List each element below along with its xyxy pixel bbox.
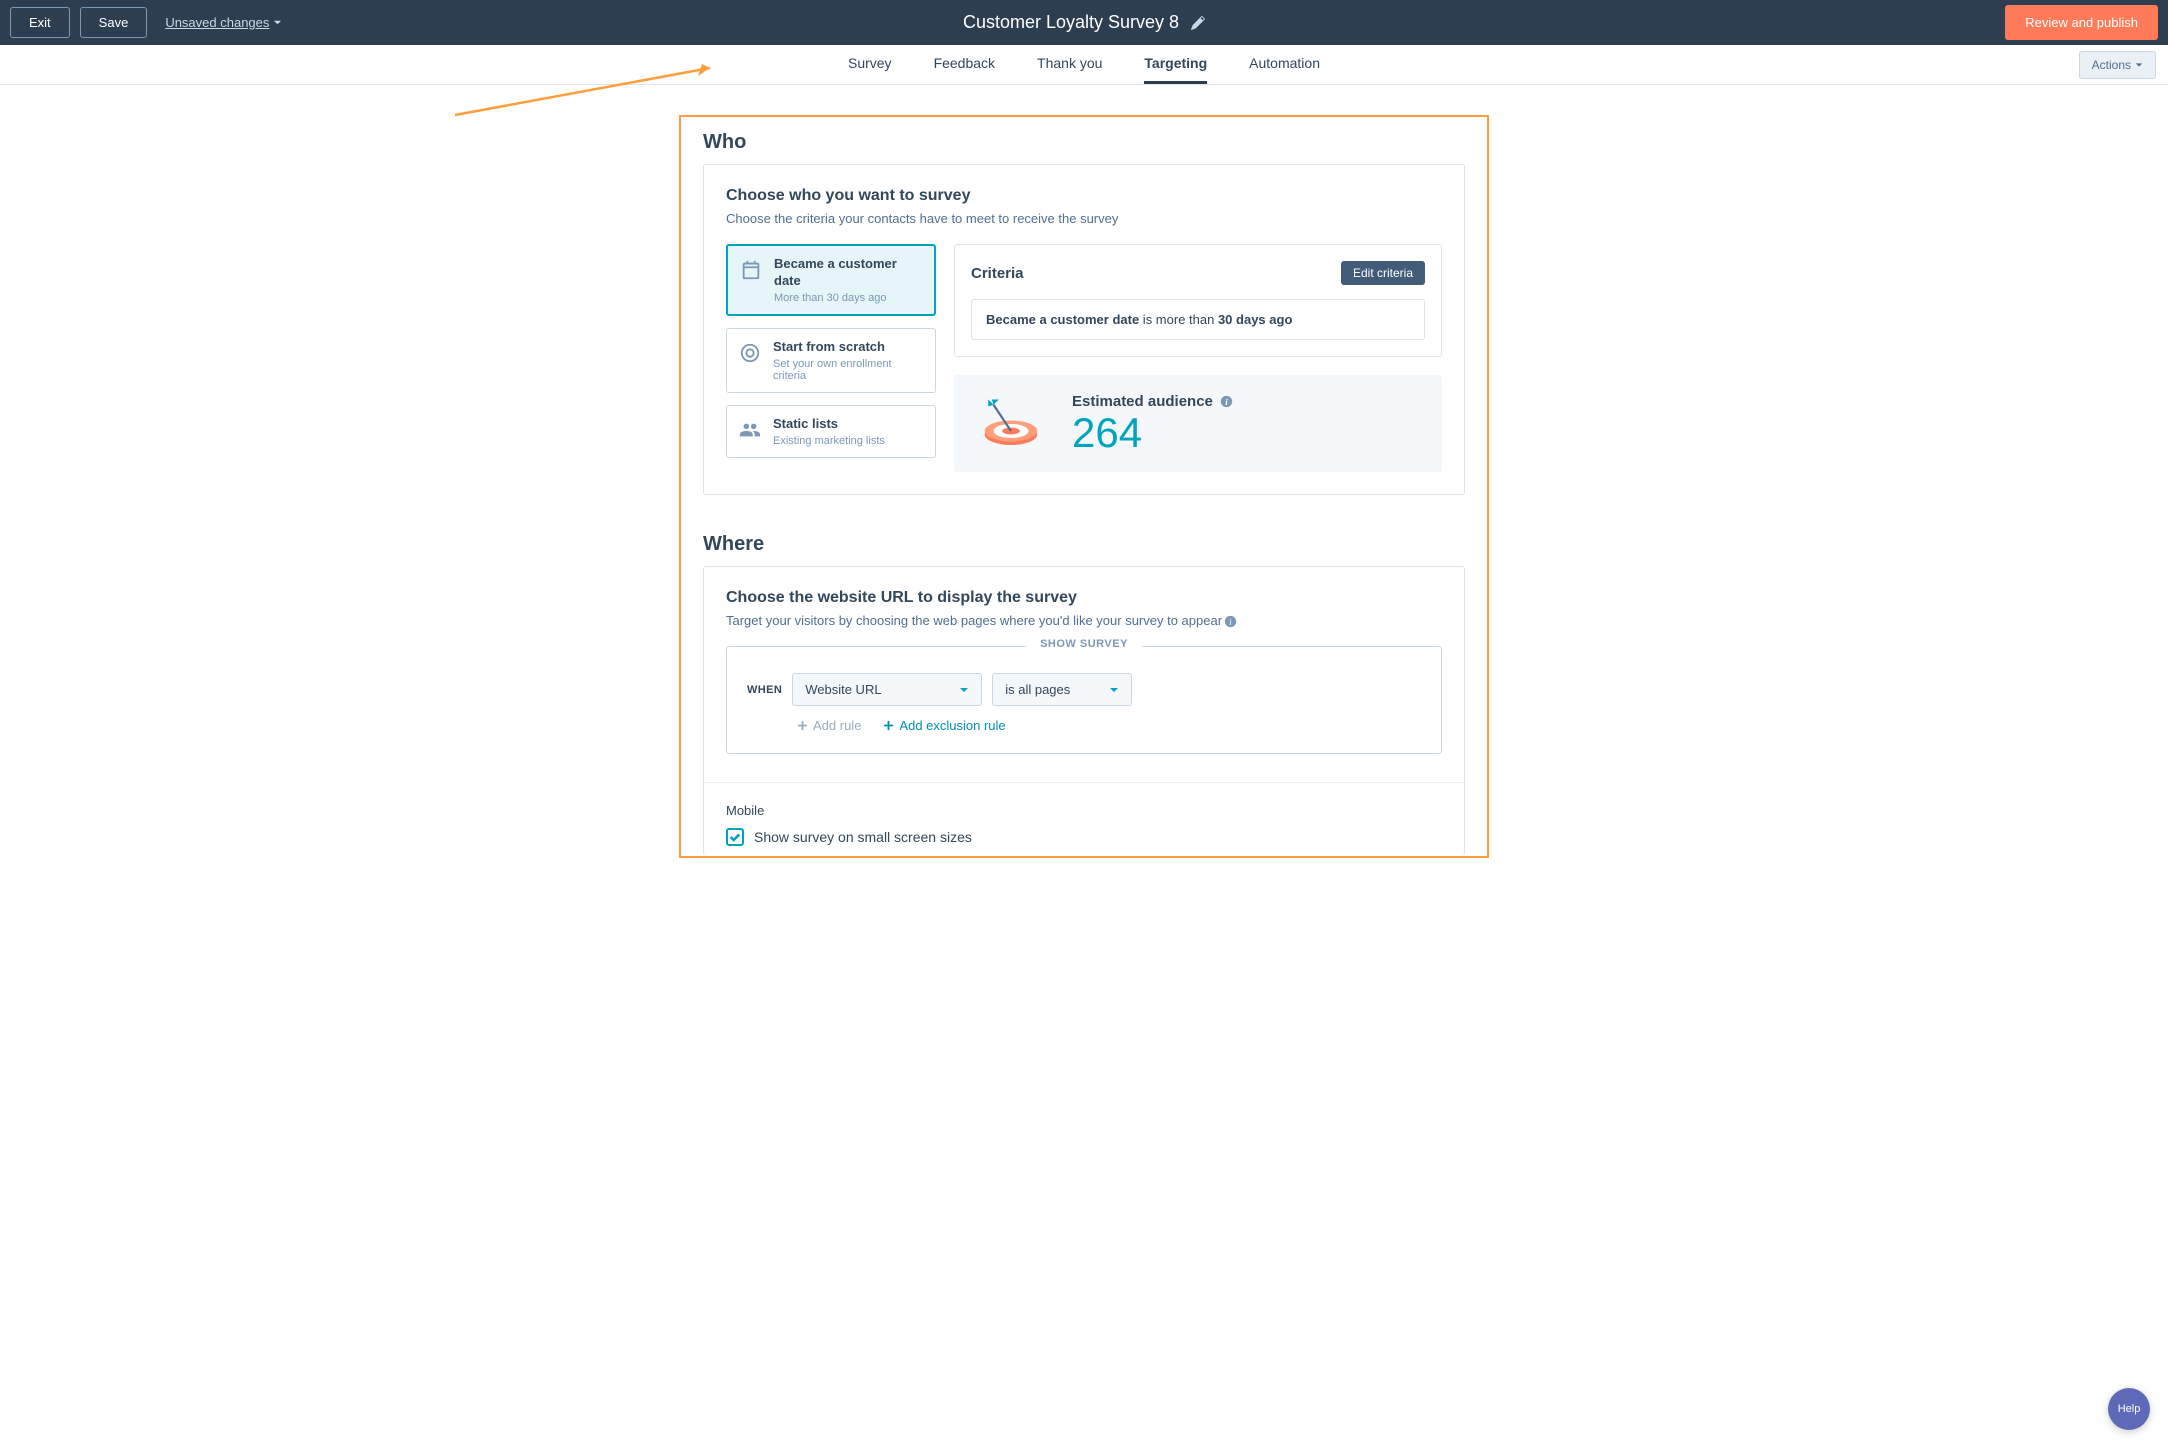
header-left: Exit Save Unsaved changes bbox=[10, 7, 282, 38]
target-icon bbox=[739, 342, 761, 364]
mobile-label: Mobile bbox=[726, 803, 1442, 818]
target-illustration bbox=[976, 395, 1046, 453]
url-rules-fieldset: SHOW SURVEY WHEN Website URL is all page… bbox=[726, 646, 1442, 754]
option-title: Became a customer date bbox=[774, 256, 922, 290]
rule-value: 30 days ago bbox=[1218, 312, 1292, 327]
people-icon bbox=[739, 419, 761, 441]
option-sub: Existing marketing lists bbox=[773, 435, 885, 447]
calendar-icon bbox=[740, 259, 762, 281]
rule-middle: is more than bbox=[1139, 312, 1218, 327]
option-sub: More than 30 days ago bbox=[774, 292, 922, 304]
tab-automation[interactable]: Automation bbox=[1249, 45, 1320, 84]
url-match-select[interactable]: is all pages bbox=[992, 673, 1132, 706]
main-content: Who Choose who you want to survey Choose… bbox=[679, 85, 1489, 898]
review-publish-button[interactable]: Review and publish bbox=[2005, 5, 2158, 40]
divider bbox=[704, 782, 1464, 783]
option-list: Became a customer date More than 30 days… bbox=[726, 244, 936, 472]
mobile-checkbox-label: Show survey on small screen sizes bbox=[754, 829, 972, 845]
audience-label: Estimated audience bbox=[1072, 393, 1213, 410]
who-columns: Became a customer date More than 30 days… bbox=[726, 244, 1442, 472]
help-button[interactable]: Help bbox=[2108, 1388, 2150, 1430]
option-start-scratch[interactable]: Start from scratch Set your own enrollme… bbox=[726, 328, 936, 393]
who-panel-sub: Choose the criteria your contacts have t… bbox=[726, 211, 1442, 226]
exit-button[interactable]: Exit bbox=[10, 7, 70, 38]
option-sub: Set your own enrollment criteria bbox=[773, 358, 923, 382]
audience-value: 264 bbox=[1072, 412, 1233, 454]
highlight-box: Who Choose who you want to survey Choose… bbox=[679, 115, 1489, 858]
mobile-checkbox[interactable] bbox=[726, 828, 744, 846]
app-header: Exit Save Unsaved changes Customer Loyal… bbox=[0, 0, 2168, 45]
caret-down-icon bbox=[273, 18, 282, 27]
where-panel-title: Choose the website URL to display the su… bbox=[726, 589, 1442, 607]
link-row: Add rule Add exclusion rule bbox=[797, 718, 1421, 733]
checkmark-icon bbox=[729, 831, 741, 843]
add-exclusion-label: Add exclusion rule bbox=[899, 718, 1005, 733]
option-customer-date[interactable]: Became a customer date More than 30 days… bbox=[726, 244, 936, 316]
criteria-box: Criteria Edit criteria Became a customer… bbox=[954, 244, 1442, 357]
rule-field: Became a customer date bbox=[986, 312, 1139, 327]
caret-down-icon bbox=[959, 685, 969, 695]
url-condition-select[interactable]: Website URL bbox=[792, 673, 982, 706]
who-panel: Choose who you want to survey Choose the… bbox=[703, 164, 1465, 495]
tab-survey[interactable]: Survey bbox=[848, 45, 892, 84]
add-rule-link: Add rule bbox=[797, 718, 861, 733]
save-button[interactable]: Save bbox=[80, 7, 148, 38]
unsaved-label: Unsaved changes bbox=[165, 15, 269, 30]
actions-label: Actions bbox=[2092, 58, 2131, 72]
plus-icon bbox=[797, 720, 808, 731]
option-static-lists[interactable]: Static lists Existing marketing lists bbox=[726, 405, 936, 458]
mobile-checkbox-row: Show survey on small screen sizes bbox=[726, 828, 1442, 846]
unsaved-changes-link[interactable]: Unsaved changes bbox=[165, 15, 282, 30]
tab-thankyou[interactable]: Thank you bbox=[1037, 45, 1102, 84]
criteria-header: Criteria Edit criteria bbox=[971, 261, 1425, 285]
tabs-bar: Survey Feedback Thank you Targeting Auto… bbox=[0, 45, 2168, 85]
caret-down-icon bbox=[1109, 685, 1119, 695]
option-title: Static lists bbox=[773, 416, 885, 433]
add-exclusion-link[interactable]: Add exclusion rule bbox=[883, 718, 1005, 733]
criteria-label: Criteria bbox=[971, 265, 1024, 282]
who-panel-title: Choose who you want to survey bbox=[726, 187, 1442, 205]
tab-targeting[interactable]: Targeting bbox=[1144, 45, 1207, 84]
info-icon[interactable]: i bbox=[1220, 395, 1233, 408]
tab-feedback[interactable]: Feedback bbox=[934, 45, 995, 84]
edit-criteria-button[interactable]: Edit criteria bbox=[1341, 261, 1425, 285]
where-sub-text: Target your visitors by choosing the web… bbox=[726, 613, 1222, 628]
actions-dropdown[interactable]: Actions bbox=[2079, 51, 2156, 79]
show-survey-legend: SHOW SURVEY bbox=[1026, 638, 1142, 650]
option-title: Start from scratch bbox=[773, 339, 923, 356]
add-rule-label: Add rule bbox=[813, 718, 861, 733]
when-label: WHEN bbox=[747, 684, 782, 696]
select-value: is all pages bbox=[1005, 682, 1070, 697]
info-icon[interactable]: i bbox=[1224, 615, 1237, 628]
plus-icon bbox=[883, 720, 894, 731]
where-panel: Choose the website URL to display the su… bbox=[703, 566, 1465, 856]
criteria-rule: Became a customer date is more than 30 d… bbox=[971, 299, 1425, 340]
where-heading: Where bbox=[681, 519, 1487, 566]
criteria-column: Criteria Edit criteria Became a customer… bbox=[954, 244, 1442, 472]
rule-row: WHEN Website URL is all pages bbox=[747, 673, 1421, 706]
header-center: Customer Loyalty Survey 8 bbox=[963, 12, 1205, 33]
tabs: Survey Feedback Thank you Targeting Auto… bbox=[848, 45, 1320, 84]
audience-box: Estimated audience i 264 bbox=[954, 375, 1442, 472]
page-title: Customer Loyalty Survey 8 bbox=[963, 12, 1179, 33]
audience-label-row: Estimated audience i bbox=[1072, 393, 1233, 410]
who-heading: Who bbox=[681, 117, 1487, 164]
select-value: Website URL bbox=[805, 682, 881, 697]
where-panel-sub: Target your visitors by choosing the web… bbox=[726, 613, 1442, 628]
caret-down-icon bbox=[2135, 61, 2143, 69]
edit-title-icon[interactable] bbox=[1191, 16, 1205, 30]
